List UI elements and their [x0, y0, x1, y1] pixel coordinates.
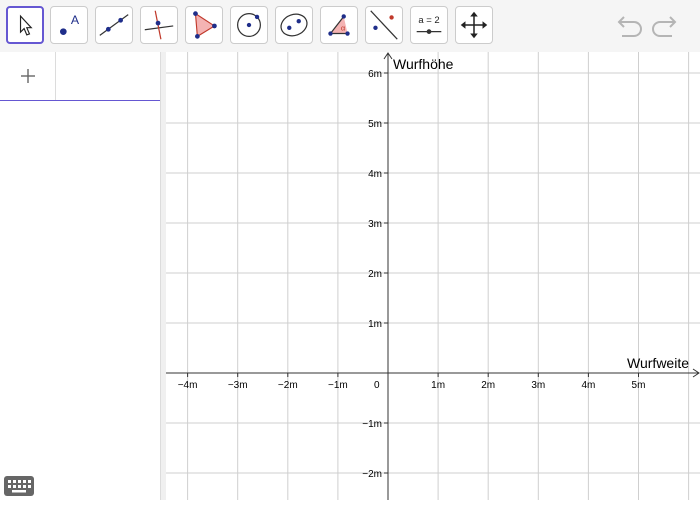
x-tick-label: 2m	[481, 380, 495, 391]
slider-tool-button[interactable]: a = 2	[410, 6, 448, 44]
perpendicular-line-icon	[144, 10, 174, 40]
origin-label: 0	[374, 380, 380, 391]
redo-button[interactable]	[650, 12, 682, 40]
circle-tool-button[interactable]	[230, 6, 268, 44]
y-axis-label: Wurfhöhe	[393, 56, 454, 72]
conic-tool-button[interactable]	[275, 6, 313, 44]
x-tick-label: 4m	[581, 380, 595, 391]
line-icon	[99, 14, 129, 36]
plus-icon	[21, 69, 35, 83]
line-tool-button[interactable]	[95, 6, 133, 44]
ticks: −4m −3m −2m −1m 1m 2m 3m 4m 5m −2m −1m 1m 2m 3m 4m 5m 6m	[178, 69, 646, 480]
point-icon: A	[60, 13, 80, 35]
x-tick-label: −3m	[228, 380, 248, 391]
y-tick-label: 3m	[368, 219, 382, 230]
redo-icon	[652, 16, 677, 37]
move-cross-icon	[460, 11, 488, 39]
x-tick-label: −4m	[178, 380, 198, 391]
slider-tool-label: a = 2	[418, 15, 439, 26]
point-tool-label: A	[71, 13, 80, 27]
algebra-input-row[interactable]	[0, 52, 160, 101]
add-input-button[interactable]	[0, 52, 56, 100]
y-tick-label: 6m	[368, 69, 382, 80]
ellipse-icon	[280, 13, 308, 37]
angle-tool-label: α	[341, 24, 346, 33]
point-tool-button[interactable]: A	[50, 6, 88, 44]
x-tick-label: 3m	[531, 380, 545, 391]
reflect-tool-button[interactable]	[365, 6, 403, 44]
undo-icon	[617, 16, 642, 37]
y-tick-label: −2m	[362, 469, 382, 480]
perpendicular-line-tool-button[interactable]	[140, 6, 178, 44]
y-tick-label: 5m	[368, 119, 382, 130]
y-tick-label: 2m	[368, 269, 382, 280]
x-tick-label: −2m	[278, 380, 298, 391]
x-tick-label: −1m	[328, 380, 348, 391]
angle-tool-button[interactable]: α	[320, 6, 358, 44]
grid	[166, 52, 700, 500]
y-tick-label: −1m	[362, 419, 382, 430]
move-tool-button[interactable]	[6, 6, 44, 44]
coordinate-plane[interactable]: −4m −3m −2m −1m 1m 2m 3m 4m 5m −2m −1m 1m 2m 3m 4m 5m 6m…	[166, 52, 700, 500]
algebra-view	[0, 52, 160, 500]
keyboard-button[interactable]	[4, 476, 34, 496]
circle-icon	[237, 13, 261, 37]
y-tick-label: 4m	[368, 169, 382, 180]
undo-button[interactable]	[612, 12, 644, 40]
y-tick-label: 1m	[368, 319, 382, 330]
x-tick-label: 1m	[431, 380, 445, 391]
slider-icon: a = 2	[416, 15, 442, 34]
graphics-view[interactable]: −4m −3m −2m −1m 1m 2m 3m 4m 5m −2m −1m 1m 2m 3m 4m 5m 6m…	[166, 52, 700, 500]
polygon-tool-button[interactable]	[185, 6, 223, 44]
keyboard-icon	[4, 476, 34, 496]
cursor-arrow-icon	[19, 14, 33, 36]
angle-icon: α	[328, 14, 350, 36]
move-graphics-tool-button[interactable]	[455, 6, 493, 44]
polygon-icon	[193, 11, 217, 39]
axes	[166, 52, 700, 500]
x-tick-label: 5m	[632, 380, 646, 391]
toolbar: A α a = 2	[0, 0, 700, 52]
reflect-icon	[370, 10, 398, 40]
x-axis-label: Wurfweite	[627, 355, 689, 371]
